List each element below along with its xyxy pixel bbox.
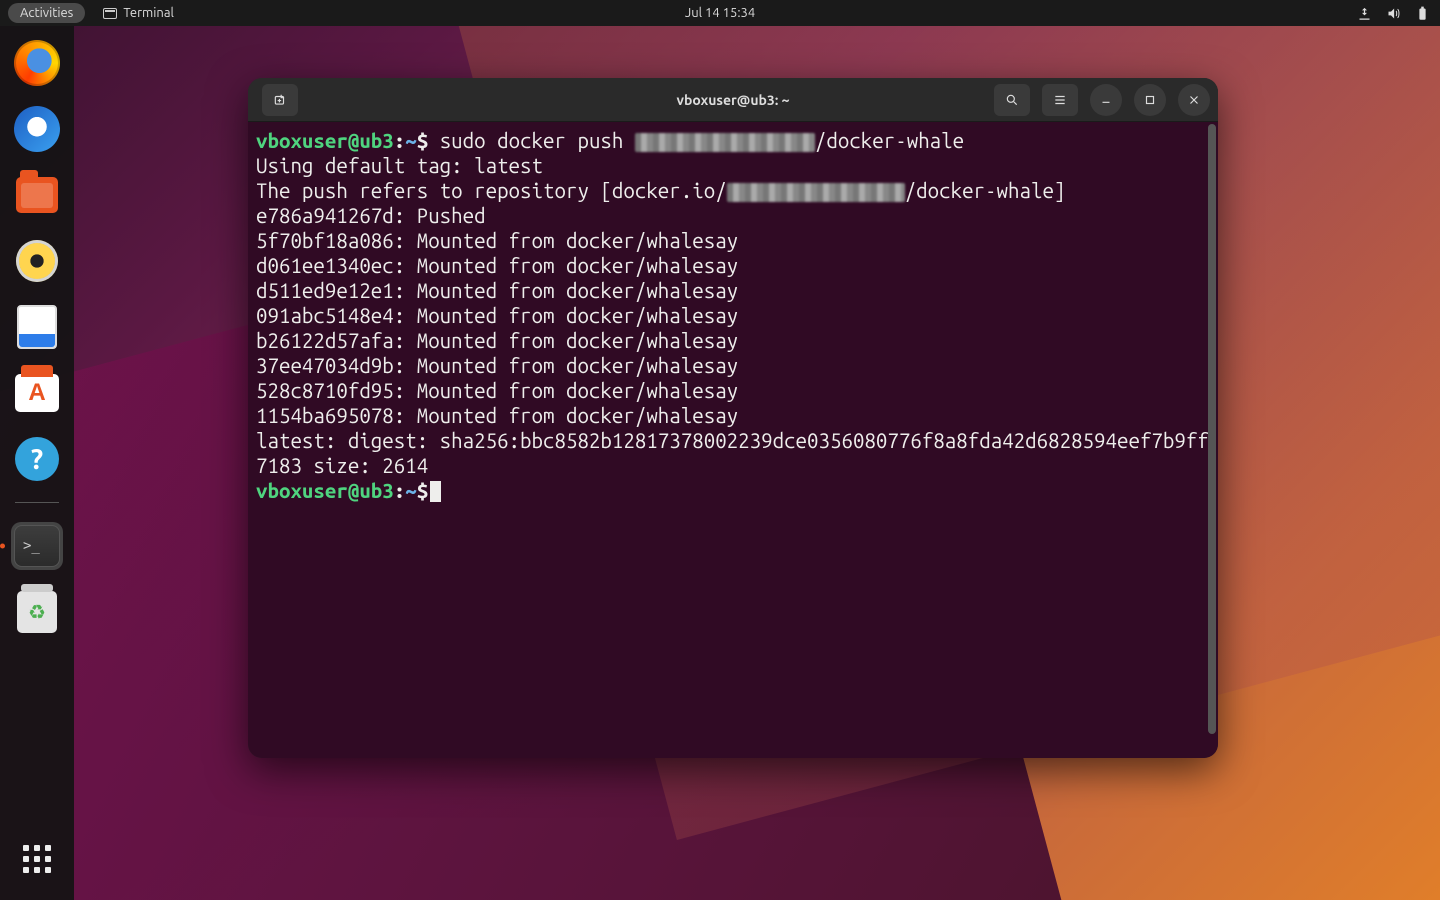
terminal-output[interactable]: vboxuser@ub3:~$ sudo docker push /docker… [248,122,1218,758]
dock-terminal[interactable]: >_ [14,523,60,569]
cmd-suffix: /docker-whale [815,129,964,152]
terminal-cursor [430,481,441,502]
volume-icon [1386,6,1401,21]
prompt-userhost: vboxuser@ub3 [256,129,394,152]
dock-firefox[interactable] [14,40,60,86]
dock-thunderbird[interactable] [14,106,60,152]
out-line-9: 37ee47034d9b: Mounted from docker/whales… [256,354,738,377]
dock-ubuntu-software[interactable] [14,370,60,416]
battery-icon [1415,6,1430,21]
dock-rhythmbox[interactable] [14,238,60,284]
dock-help[interactable]: ? [14,436,60,482]
gnome-top-bar: Activities Terminal Jul 14 15:34 [0,0,1440,26]
rhythmbox-icon [16,240,58,282]
terminal-icon [103,8,117,19]
maximize-icon [1143,93,1157,107]
minimize-button[interactable] [1090,84,1122,116]
trash-icon [17,591,57,633]
out-line-12: latest: digest: sha256:bbc8582b128173780… [256,429,1209,477]
prompt-path: ~ [405,129,416,152]
out-line-11: 1154ba695078: Mounted from docker/whales… [256,404,738,427]
out-line-4: 5f70bf18a086: Mounted from docker/whales… [256,229,738,252]
show-applications-button[interactable] [14,836,60,882]
new-tab-icon [273,93,287,107]
close-icon [1187,93,1201,107]
redacted-repo-owner [727,183,905,202]
dock-libreoffice-writer[interactable] [14,304,60,350]
terminal-window: vboxuser@ub3: ~ vboxuser@ub3:~$ sudo doc… [248,78,1218,758]
minimize-icon [1099,93,1113,107]
out-line-7: 091abc5148e4: Mounted from docker/whales… [256,304,738,327]
maximize-button[interactable] [1134,84,1166,116]
search-button[interactable] [994,84,1030,116]
out-line-5: d061ee1340ec: Mounted from docker/whales… [256,254,738,277]
dock-separator [15,502,59,503]
ubuntu-software-icon [15,374,59,412]
dock-trash[interactable] [14,589,60,635]
dock: ? >_ [0,26,74,900]
out-line-2b: /docker-whale] [905,179,1066,202]
terminal-titlebar[interactable]: vboxuser@ub3: ~ [248,78,1218,122]
help-icon: ? [15,437,59,481]
close-button[interactable] [1178,84,1210,116]
firefox-icon [14,40,60,86]
top-bar-app-label: Terminal [123,6,174,20]
activities-button[interactable]: Activities [8,3,85,23]
out-line-2a: The push refers to repository [docker.io… [256,179,727,202]
network-icon [1357,6,1372,21]
out-line-8: b26122d57afa: Mounted from docker/whales… [256,329,738,352]
out-line-10: 528c8710fd95: Mounted from docker/whales… [256,379,738,402]
libreoffice-writer-icon [17,305,57,349]
prompt-userhost-2: vboxuser@ub3 [256,479,394,502]
prompt-sigil: $ [417,129,428,152]
out-line-6: d511ed9e12e1: Mounted from docker/whales… [256,279,738,302]
terminal-icon: >_ [14,525,60,567]
out-line-3: e786a941267d: Pushed [256,204,486,227]
hamburger-icon [1053,93,1067,107]
new-tab-button[interactable] [262,84,298,116]
cmd-prefix: sudo docker push [440,129,635,152]
thunderbird-icon [14,106,60,152]
system-tray[interactable] [1357,6,1430,21]
apps-grid-icon [23,845,51,873]
terminal-scrollbar[interactable] [1208,124,1216,734]
redacted-username [635,133,815,152]
dock-files[interactable] [14,172,60,218]
files-icon [16,177,58,213]
clock[interactable]: Jul 14 15:34 [685,6,755,20]
hamburger-menu-button[interactable] [1042,84,1078,116]
prompt-colon: : [394,129,405,152]
terminal-title: vboxuser@ub3: ~ [677,92,790,108]
search-icon [1005,93,1019,107]
top-bar-app-menu[interactable]: Terminal [103,6,174,20]
out-line-1: Using default tag: latest [256,154,543,177]
